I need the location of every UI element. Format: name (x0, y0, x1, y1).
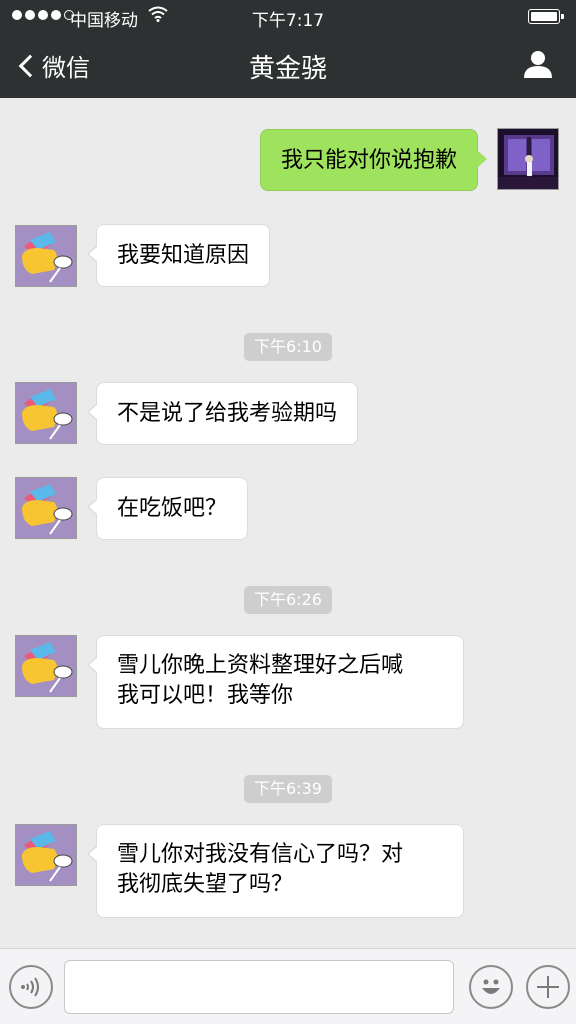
emoji-button[interactable] (469, 965, 513, 1009)
nav-bar: 微信 黄金骁 (0, 34, 576, 98)
contact-avatar[interactable] (15, 824, 77, 886)
message-row-contact: 在吃饭吧？ (0, 477, 576, 541)
message-text: 在吃饭吧？ (117, 496, 228, 521)
message-bubble[interactable]: 不是说了给我考验期吗 (86, 382, 359, 445)
message-text-line: 雪儿你晚上资料整理好之后喊 (117, 653, 404, 678)
voice-icon (21, 977, 39, 997)
chat-timestamp: 下午6:26 (0, 586, 576, 614)
message-text: 我要知道原因 (117, 243, 250, 268)
message-input[interactable] (64, 960, 454, 1014)
input-bar (0, 948, 576, 1024)
message-row-contact: 雪儿你对我没有信心了吗？对 我彻底失望了吗？ (0, 824, 576, 918)
message-text-line: 我可以吧！我等你 (117, 683, 294, 708)
chat-timestamp: 下午6:39 (0, 775, 576, 803)
message-text-line: 雪儿你对我没有信心了吗？对 (117, 842, 404, 867)
plus-icon (537, 976, 559, 998)
smiley-icon (482, 979, 500, 994)
message-row-contact: 我要知道原因 (0, 224, 576, 288)
message-text: 我只能对你说抱歉 (280, 148, 457, 173)
voice-button[interactable] (9, 965, 53, 1009)
message-row-me: 我只能对你说抱歉 (0, 128, 576, 192)
chat-timestamp: 下午6:10 (0, 333, 576, 361)
person-icon[interactable] (522, 48, 554, 80)
my-avatar[interactable] (497, 128, 559, 190)
top-bar: 中国移动 下午7:17 微信 黄金骁 (0, 0, 576, 98)
chat-title: 黄金骁 (248, 54, 327, 84)
message-text: 不是说了给我考验期吗 (117, 401, 338, 426)
message-bubble[interactable]: 雪儿你对我没有信心了吗？对 我彻底失望了吗？ (87, 824, 464, 918)
contact-avatar[interactable] (15, 635, 77, 697)
status-bar: 中国移动 下午7:17 (0, 0, 576, 34)
message-row-contact: 雪儿你晚上资料整理好之后喊 我可以吧！我等你 (0, 635, 576, 729)
message-bubble[interactable]: 在吃饭吧？ (86, 477, 249, 540)
contact-avatar[interactable] (15, 477, 77, 539)
add-button[interactable] (526, 965, 570, 1009)
status-time: 下午7:17 (251, 11, 325, 31)
battery-icon (528, 9, 564, 24)
message-bubble[interactable]: 我只能对你说抱歉 (259, 129, 488, 191)
contact-avatar[interactable] (15, 225, 77, 287)
contact-avatar[interactable] (15, 382, 77, 444)
message-text-line: 我彻底失望了吗？ (117, 872, 294, 897)
message-bubble[interactable]: 我要知道原因 (86, 224, 271, 287)
message-row-contact: 不是说了给我考验期吗 (0, 382, 576, 446)
message-bubble[interactable]: 雪儿你晚上资料整理好之后喊 我可以吧！我等你 (87, 635, 464, 729)
